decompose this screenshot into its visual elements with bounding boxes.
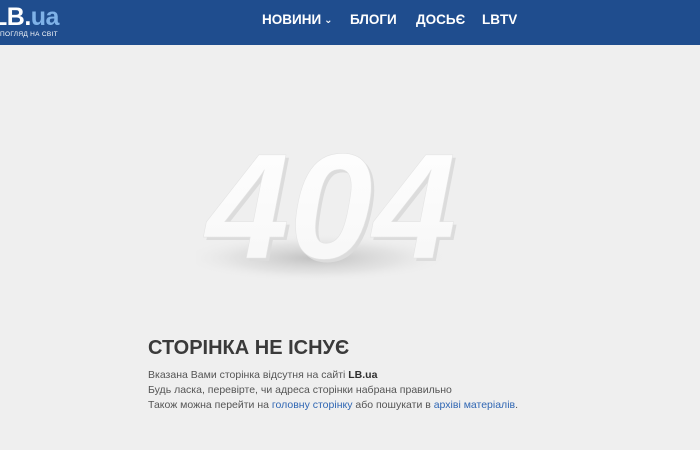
logo-wordmark: LB.ua [0, 3, 59, 31]
site-header: LB.ua ПОГЛЯД НА СВІТ НОВИНИ⌄ БЛОГИ ДОСЬЄ… [0, 0, 700, 45]
error-message-line-2: Будь ласка, перевірте, чи адреса сторінк… [148, 384, 452, 396]
nav-item-label: LBTV [482, 12, 518, 27]
logo-tagline: ПОГЛЯД НА СВІТ [0, 31, 58, 38]
homepage-link[interactable]: головну сторінку [272, 399, 353, 411]
error-message-line-3: Також можна перейти на головну сторінку … [148, 399, 518, 411]
message-text: . [515, 399, 519, 411]
nav-item-dossier[interactable]: ДОСЬЄ [416, 12, 465, 28]
message-text: Вказана Вами сторінка відсутня на сайті [148, 369, 349, 381]
nav-item-label: БЛОГИ [350, 12, 397, 27]
nav-item-news[interactable]: НОВИНИ ⌄ [262, 12, 333, 29]
nav-item-label: НОВИНИ [262, 12, 322, 27]
site-logo[interactable]: LB.ua ПОГЛЯД НА СВІТ [0, 2, 60, 42]
site-name: LB.ua [348, 369, 378, 381]
nav-item-label: ДОСЬЄ [416, 12, 466, 27]
message-text: або пошукати в [352, 399, 434, 411]
message-text: Також можна перейти на [148, 399, 272, 411]
nav-item-lbtv[interactable]: LBTV [482, 12, 517, 28]
chevron-down-icon: ⌄ [324, 15, 333, 26]
error-code-graphic: 404 404 [196, 130, 459, 290]
error-message-line-1: Вказана Вами сторінка відсутня на сайті … [148, 369, 377, 381]
nav-item-blogs[interactable]: БЛОГИ [350, 12, 397, 28]
archive-link[interactable]: архіві матеріалів [434, 399, 515, 411]
page-title: СТОРІНКА НЕ ІСНУЄ [148, 337, 350, 359]
error-code-text: 404 [203, 130, 456, 290]
